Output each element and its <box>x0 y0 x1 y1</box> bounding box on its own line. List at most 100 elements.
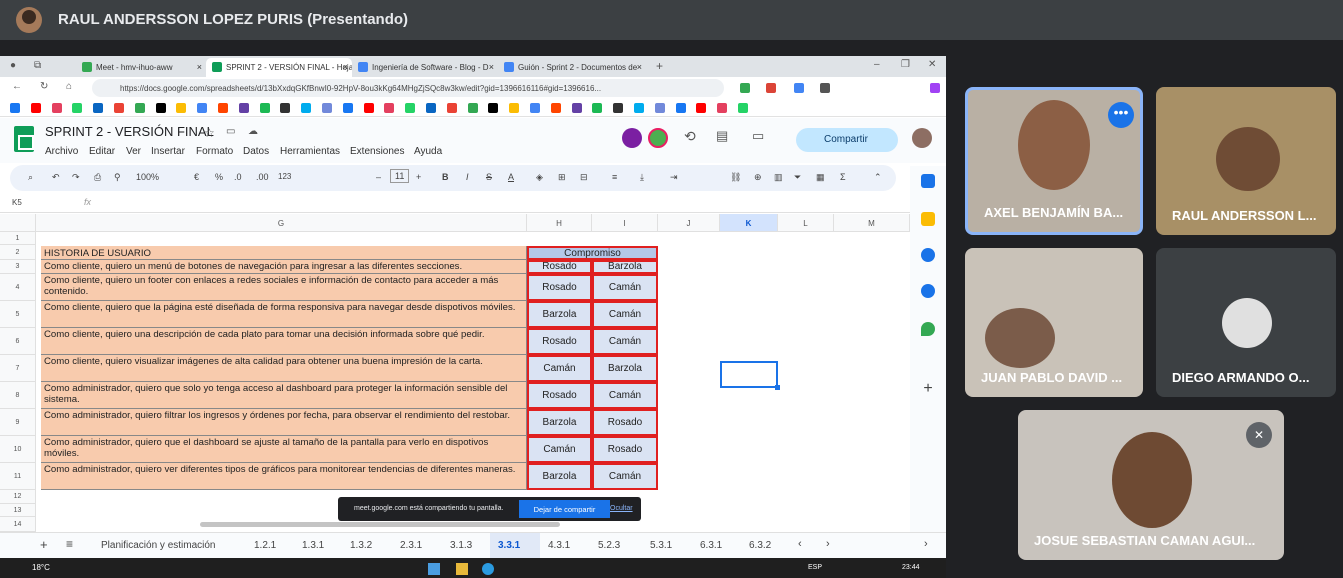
story-cell[interactable]: Como cliente, quiero que la página esté … <box>41 301 527 328</box>
close-icon[interactable]: × <box>343 62 348 72</box>
chart-icon[interactable]: ▥ <box>774 172 783 183</box>
assignee-cell[interactable]: Camán <box>592 301 658 328</box>
collaborator-avatar[interactable] <box>648 128 668 148</box>
url-field[interactable]: https://docs.google.com/spreadsheets/d/1… <box>92 79 724 97</box>
bookmark-icon[interactable] <box>384 103 395 113</box>
font-size-increase[interactable]: + <box>416 172 421 182</box>
menu-extensiones[interactable]: Extensiones <box>350 146 404 157</box>
bookmark-icon[interactable] <box>592 103 603 113</box>
row-header[interactable]: 14 <box>0 517 36 532</box>
borders-icon[interactable]: ⊞ <box>558 172 566 183</box>
column-header-h[interactable]: H <box>527 214 592 232</box>
fill-color-icon[interactable]: ◈ <box>536 172 543 183</box>
clock-text[interactable]: 23:44 <box>902 564 920 571</box>
participant-tile-5[interactable]: ✕ JOSUE SEBASTIAN CAMAN AGUI... <box>1018 410 1284 560</box>
story-cell[interactable]: Como administrador, quiero que el dashbo… <box>41 436 527 463</box>
new-tab-button[interactable]: + <box>656 59 663 73</box>
bookmark-icon[interactable] <box>30 103 41 113</box>
bookmark-icon[interactable] <box>446 103 457 113</box>
sheet-tab[interactable]: 6.3.2 <box>749 540 771 551</box>
comment-icon[interactable]: ▤ <box>716 128 728 144</box>
collapse-toolbar-icon[interactable]: ⌃ <box>874 172 882 183</box>
all-sheets-icon[interactable]: ≡ <box>66 537 73 551</box>
tab-blog[interactable]: Ingeniería de Software - Blog - D × <box>352 58 498 77</box>
bold-button[interactable]: B <box>442 172 449 182</box>
row-header[interactable]: 10 <box>0 436 36 463</box>
sheet-tab[interactable]: 1.3.2 <box>350 540 372 551</box>
bookmark-icon[interactable] <box>342 103 353 113</box>
bookmark-icon[interactable] <box>696 103 707 113</box>
align-icon[interactable]: ≡ <box>612 172 617 182</box>
assignee-cell[interactable]: Camán <box>592 328 658 355</box>
strikethrough-button[interactable]: S <box>486 172 492 182</box>
search-icon[interactable]: ⌕ <box>28 172 33 183</box>
sheet-explore-icon[interactable]: › <box>924 538 928 550</box>
select-all-corner[interactable] <box>0 214 36 232</box>
column-header-m[interactable]: M <box>834 214 910 232</box>
bookmark-icon[interactable] <box>72 103 83 113</box>
header-commit-cell[interactable]: Compromiso <box>527 246 658 260</box>
currency-button[interactable]: € <box>194 172 199 182</box>
sheet-tab[interactable]: 4.3.1 <box>548 540 570 551</box>
sheet-tab[interactable]: 6.3.1 <box>700 540 722 551</box>
star-icon[interactable]: ☆ <box>204 126 215 140</box>
bookmark-icon[interactable] <box>197 103 208 113</box>
story-cell[interactable]: Como cliente, quiero un footer con enlac… <box>41 274 527 301</box>
scroll-tabs-right[interactable]: › <box>826 538 830 550</box>
bookmark-icon[interactable] <box>550 103 561 113</box>
maps-icon[interactable] <box>921 322 935 336</box>
row-header[interactable]: 5 <box>0 301 36 328</box>
selected-cell-k5[interactable] <box>720 361 780 390</box>
language-indicator[interactable]: ESP <box>808 564 822 571</box>
column-header-g[interactable]: G <box>36 214 527 232</box>
row-header[interactable]: 3 <box>0 260 36 274</box>
redo-icon[interactable]: ↷ <box>72 172 80 183</box>
sheet-tab[interactable]: 1.3.1 <box>302 540 324 551</box>
bookmark-icon[interactable] <box>571 103 582 113</box>
row-header[interactable]: 6 <box>0 328 36 355</box>
assignee-cell[interactable]: Barzola <box>592 260 658 274</box>
sheet-tab[interactable]: 3.3.1 <box>498 540 520 551</box>
cloud-icon[interactable]: ☁ <box>248 126 258 137</box>
hide-link[interactable]: Ocultar <box>610 505 633 512</box>
extension-icon[interactable] <box>794 83 804 93</box>
filter-views-icon[interactable]: ▦ <box>816 172 825 183</box>
tab-meet[interactable]: Meet - hmv-ihuo-aww × <box>76 58 206 77</box>
home-icon[interactable]: ⌂ <box>66 81 72 92</box>
minimize-button[interactable]: – <box>874 59 880 70</box>
zoom-select[interactable]: 100% <box>136 172 159 182</box>
bookmark-icon[interactable] <box>426 103 436 113</box>
bookmark-icon[interactable] <box>134 103 145 113</box>
calendar-icon[interactable] <box>921 174 935 188</box>
story-cell[interactable]: Como administrador, quiero ver diferente… <box>41 463 527 490</box>
assignee-cell[interactable]: Camán <box>592 463 658 490</box>
story-cell[interactable]: Como cliente, quiero visualizar imágenes… <box>41 355 527 382</box>
bookmark-icon[interactable] <box>259 103 270 113</box>
sheet-tab[interactable]: 3.1.3 <box>450 540 472 551</box>
account-avatar[interactable] <box>912 128 932 148</box>
sheets-logo-icon[interactable] <box>14 126 34 152</box>
history-icon[interactable]: ⟲ <box>684 128 696 145</box>
assignee-cell[interactable]: Rosado <box>592 409 658 436</box>
increase-decimal-button[interactable]: .00 <box>256 172 269 182</box>
column-header-l[interactable]: L <box>778 214 834 232</box>
merge-icon[interactable]: ⊟ <box>580 172 588 183</box>
bookmark-icon[interactable] <box>509 103 520 113</box>
stop-sharing-button[interactable]: Dejar de compartir <box>519 500 610 518</box>
filter-icon[interactable]: ⏷ <box>794 172 801 183</box>
sheet-tab[interactable]: 1.2.1 <box>254 540 276 551</box>
assignee-cell[interactable]: Barzola <box>527 301 592 328</box>
row-header[interactable]: 1 <box>0 232 36 245</box>
sheet-tab[interactable]: Planificación y estimación <box>101 540 216 551</box>
story-cell[interactable]: Como administrador, quiero que solo yo t… <box>41 382 527 409</box>
share-button[interactable]: Compartir <box>796 128 898 152</box>
bookmark-icon[interactable] <box>530 103 540 113</box>
paint-format-icon[interactable]: ⚲ <box>114 172 121 183</box>
tab-sheets[interactable]: SPRINT 2 - VERSIÓN FINAL - Hoja × <box>206 58 352 77</box>
sheet-tab[interactable]: 2.3.1 <box>400 540 422 551</box>
window-close-button[interactable]: ✕ <box>928 59 936 70</box>
percent-button[interactable]: % <box>215 172 223 182</box>
bookmark-icon[interactable] <box>10 103 20 113</box>
bookmark-icon[interactable] <box>176 103 187 113</box>
undo-icon[interactable]: ↶ <box>52 172 60 183</box>
